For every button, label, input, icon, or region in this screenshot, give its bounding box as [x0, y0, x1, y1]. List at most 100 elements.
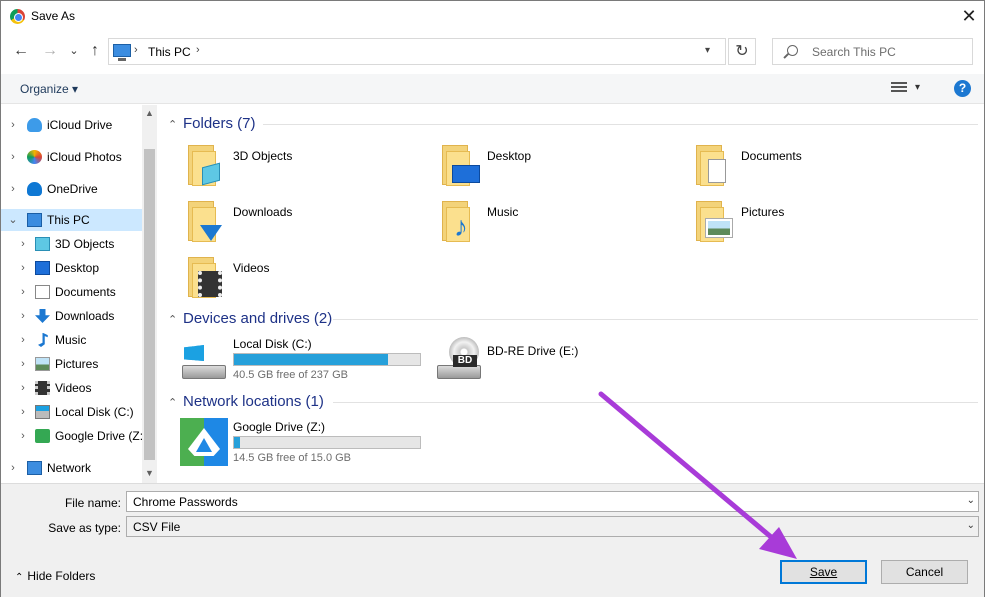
breadcrumb-this-pc[interactable]: This PC: [148, 45, 191, 59]
close-icon[interactable]: ✕: [953, 1, 985, 31]
sidebar-item-label: Google Drive (Z:: [55, 429, 144, 443]
folders-header[interactable]: Folders (7): [183, 115, 256, 132]
chevron-down-icon[interactable]: ▾: [915, 82, 920, 93]
chevron-right-icon[interactable]: ›: [17, 305, 29, 327]
sidebar-item-desktop[interactable]: › Desktop: [17, 257, 141, 279]
sidebar-item-local-disk-c[interactable]: › Local Disk (C:): [17, 401, 141, 423]
folder-label[interactable]: Desktop: [487, 149, 531, 163]
title-bar: Save As ✕: [1, 1, 984, 33]
local-disk-icon[interactable]: [182, 345, 226, 383]
folder-desktop-icon[interactable]: [440, 145, 484, 187]
devices-header[interactable]: Devices and drives (2): [183, 310, 332, 327]
scroll-up-icon[interactable]: ▲: [142, 105, 157, 121]
save-button[interactable]: Save: [780, 560, 867, 584]
sidebar-item-pictures[interactable]: › Pictures: [17, 353, 141, 375]
sidebar-item-this-pc[interactable]: ⌄ This PC: [7, 209, 141, 231]
chevron-right-icon[interactable]: ›: [7, 457, 19, 479]
folder-pictures-icon[interactable]: [694, 201, 738, 243]
folder-label[interactable]: Music: [487, 205, 518, 219]
collapse-chevron-icon[interactable]: ⌃: [168, 313, 177, 326]
view-options-icon[interactable]: [891, 82, 907, 96]
folder-music-icon[interactable]: ♪: [440, 201, 484, 243]
folder-label[interactable]: Pictures: [741, 205, 784, 219]
sidebar-item-label: 3D Objects: [55, 237, 115, 251]
sidebar-item-label: Downloads: [55, 309, 115, 323]
chevron-right-icon[interactable]: ›: [7, 114, 19, 136]
pc-icon: [113, 44, 131, 61]
chevron-right-icon[interactable]: ›: [17, 401, 29, 423]
up-button[interactable]: ↑: [84, 39, 106, 63]
address-bar[interactable]: › This PC › ▾: [108, 38, 726, 65]
window-title: Save As: [31, 9, 76, 23]
network-icon: [27, 461, 42, 475]
breadcrumb-separator[interactable]: ›: [134, 44, 138, 56]
back-button[interactable]: ←: [10, 39, 32, 63]
chevron-right-icon[interactable]: ›: [17, 329, 29, 351]
chevron-right-icon[interactable]: ›: [17, 377, 29, 399]
savetype-select[interactable]: CSV File ⌄: [126, 516, 979, 537]
folder-documents-icon[interactable]: [694, 145, 738, 187]
folder-label[interactable]: Videos: [233, 261, 269, 275]
collapse-chevron-icon[interactable]: ⌃: [168, 118, 177, 131]
chevron-down-icon[interactable]: ⌄: [967, 520, 975, 531]
sidebar-item-videos[interactable]: › Videos: [17, 377, 141, 399]
help-icon[interactable]: ?: [954, 80, 971, 97]
save-label: Save: [809, 565, 838, 579]
folder-label[interactable]: 3D Objects: [233, 149, 292, 163]
onedrive-icon: [27, 182, 42, 196]
organize-button[interactable]: Organize ▾: [20, 82, 78, 96]
forward-button[interactable]: →: [39, 39, 61, 63]
refresh-button[interactable]: ↻: [728, 38, 756, 65]
divider: [333, 319, 978, 320]
hide-folders-button[interactable]: ⌃ Hide Folders: [15, 569, 95, 583]
search-input[interactable]: Search This PC: [772, 38, 973, 65]
folder-downloads-icon[interactable]: [186, 201, 230, 243]
sidebar-item-3d-objects[interactable]: › 3D Objects: [17, 233, 141, 255]
folder-label[interactable]: Documents: [741, 149, 802, 163]
breadcrumb-separator[interactable]: ›: [196, 44, 200, 56]
scroll-down-icon[interactable]: ▼: [142, 465, 157, 481]
chevron-right-icon[interactable]: ›: [17, 425, 29, 447]
sidebar-item-label: Desktop: [55, 261, 100, 275]
folder-label[interactable]: Downloads: [233, 205, 292, 219]
filename-input[interactable]: Chrome Passwords ⌄: [126, 491, 979, 512]
chevron-right-icon[interactable]: ›: [7, 178, 19, 200]
chevron-right-icon[interactable]: ›: [7, 146, 19, 168]
hide-folders-label: Hide Folders: [27, 569, 96, 583]
sidebar-item-label: Network: [47, 461, 92, 475]
desktop-icon: [35, 261, 50, 275]
drive-label[interactable]: BD-RE Drive (E:): [487, 344, 578, 358]
sidebar-item-icloud-photos[interactable]: › iCloud Photos: [7, 146, 141, 168]
sidebar-item-google-drive-z[interactable]: › Google Drive (Z:: [17, 425, 144, 447]
collapse-chevron-icon[interactable]: ⌃: [168, 396, 177, 409]
sidebar-item-label: This PC: [47, 213, 90, 227]
chevron-right-icon[interactable]: ›: [17, 353, 29, 375]
network-location-label[interactable]: Google Drive (Z:): [233, 420, 325, 434]
chevron-right-icon[interactable]: ›: [17, 257, 29, 279]
sidebar-item-music[interactable]: › Music: [17, 329, 141, 351]
chevron-right-icon[interactable]: ›: [17, 233, 29, 255]
chevron-down-icon[interactable]: ▾: [705, 45, 710, 56]
recent-locations-icon[interactable]: ⌄: [63, 39, 85, 63]
sidebar-item-network[interactable]: › Network: [7, 457, 141, 479]
sidebar-item-icloud-drive[interactable]: › iCloud Drive: [7, 114, 141, 136]
filename-value[interactable]: Chrome Passwords: [133, 495, 238, 509]
chevron-down-icon[interactable]: ⌄: [967, 495, 975, 506]
folder-3d-objects-icon[interactable]: [186, 145, 230, 187]
chevron-right-icon[interactable]: ›: [17, 281, 29, 303]
scroll-thumb[interactable]: [144, 149, 155, 460]
bd-drive-icon[interactable]: BD: [437, 337, 483, 383]
sidebar-item-documents[interactable]: › Documents: [17, 281, 141, 303]
cancel-button[interactable]: Cancel: [881, 560, 968, 584]
sidebar-scrollbar[interactable]: ▲ ▼: [142, 105, 157, 483]
sidebar-item-onedrive[interactable]: › OneDrive: [7, 178, 141, 200]
drive-label[interactable]: Local Disk (C:): [233, 337, 312, 351]
sidebar-item-label: Local Disk (C:): [55, 405, 134, 419]
chevron-down-icon[interactable]: ⌄: [7, 209, 19, 231]
search-icon: [787, 45, 798, 56]
google-drive-icon[interactable]: [180, 418, 228, 466]
network-header[interactable]: Network locations (1): [183, 393, 324, 410]
music-icon: [38, 333, 48, 347]
folder-videos-icon[interactable]: [186, 257, 230, 299]
sidebar-item-downloads[interactable]: › Downloads: [17, 305, 141, 327]
